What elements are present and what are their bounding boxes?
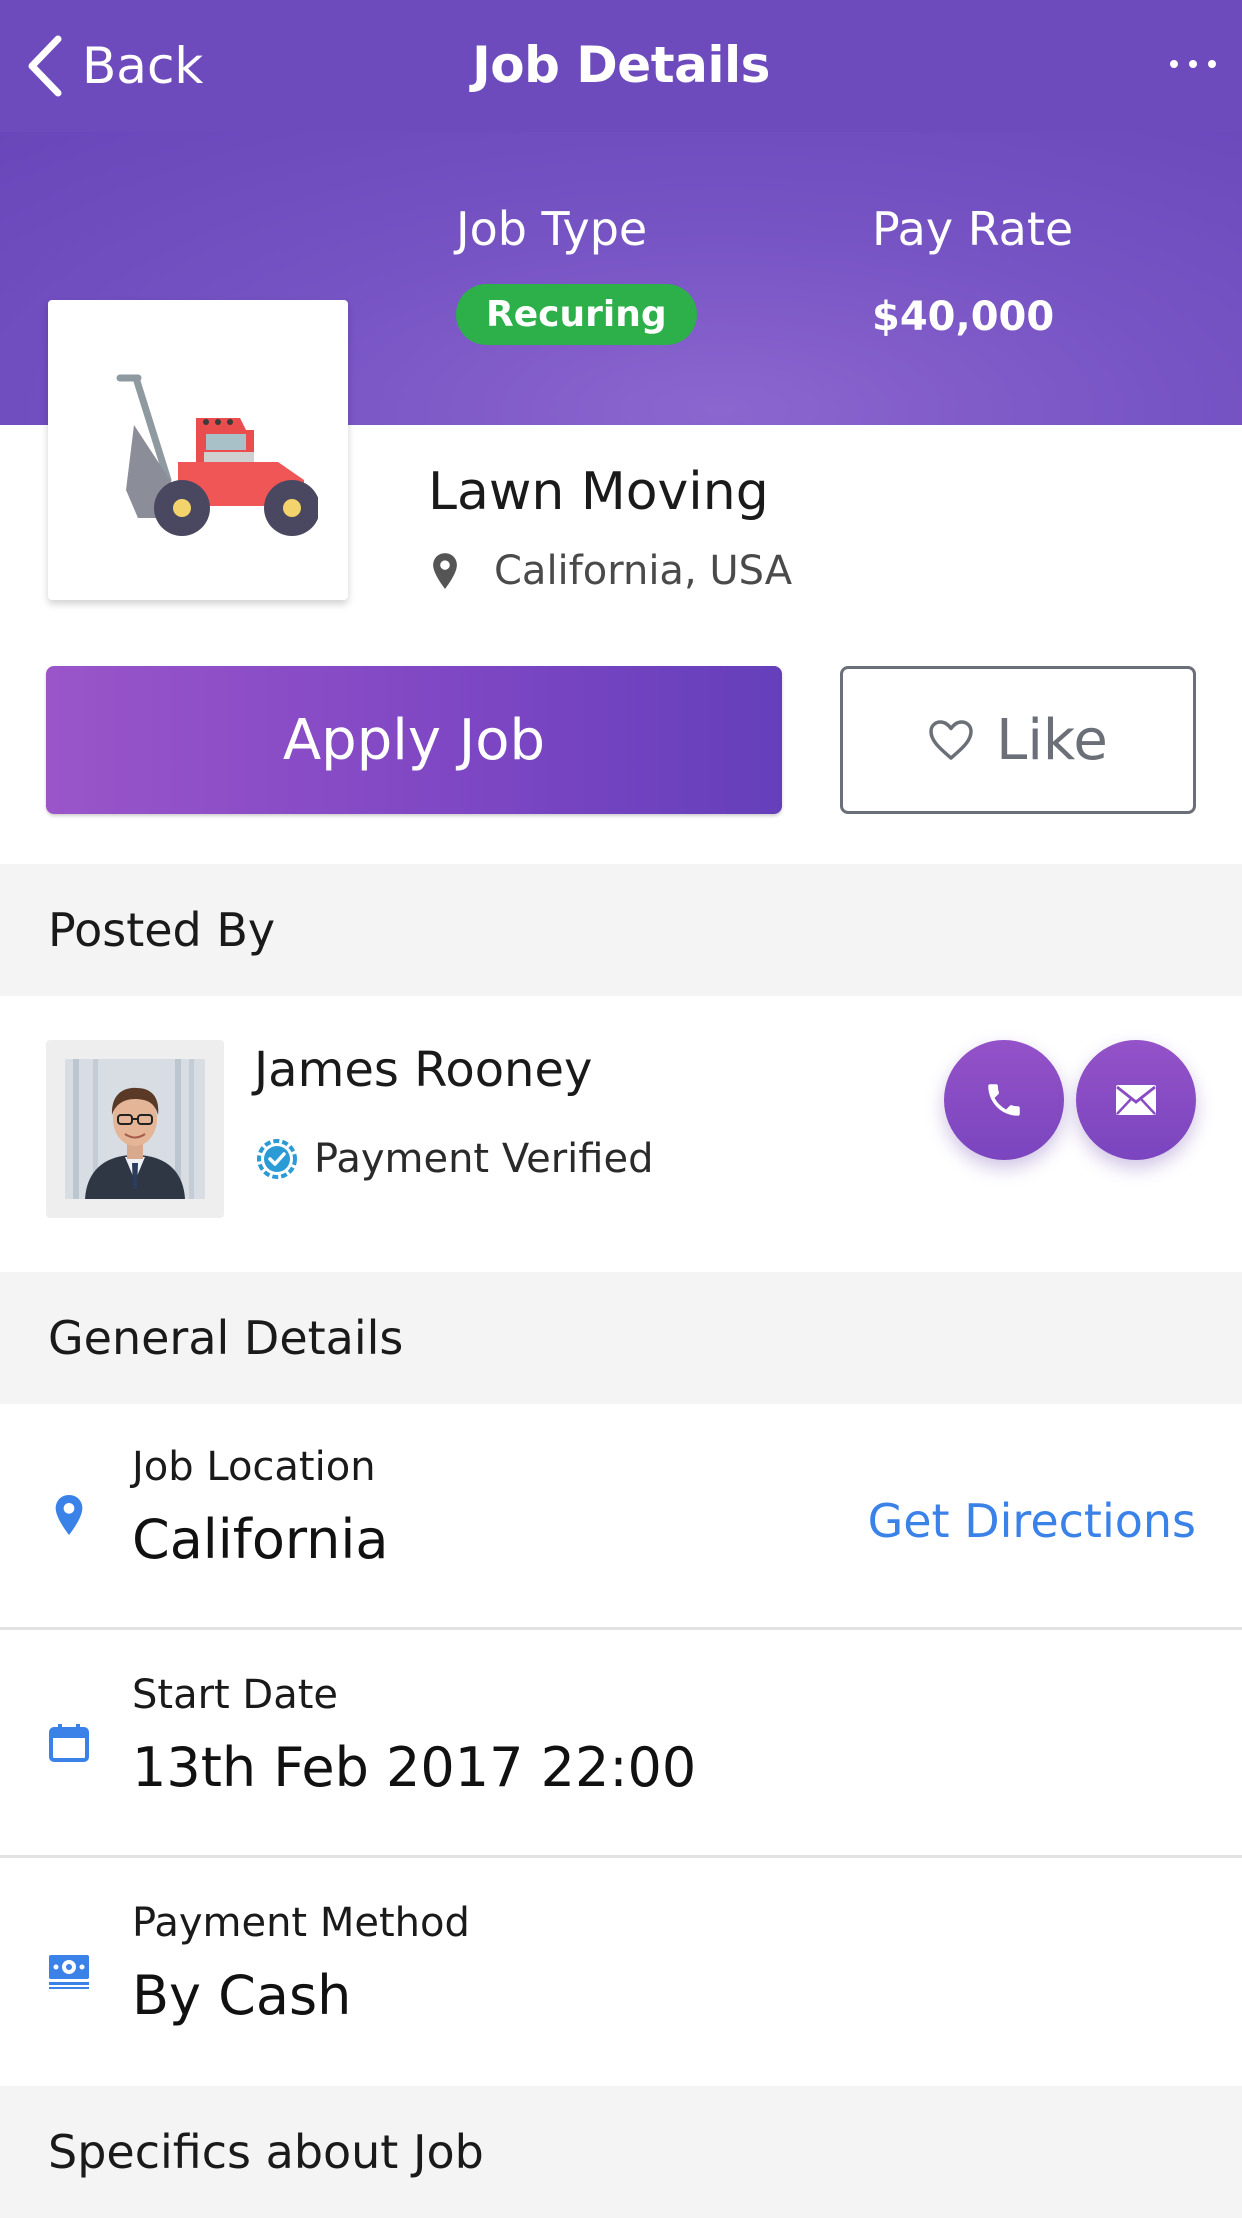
payment-method-value: By Cash: [132, 1964, 352, 2027]
specifics-header: Specifics about Job: [0, 2086, 1242, 2218]
pay-rate-block: Pay Rate $40,000: [872, 202, 1073, 340]
calendar-icon: [46, 1720, 92, 1766]
job-location-label: Job Location: [132, 1444, 376, 1490]
location-pin-icon: [46, 1492, 92, 1538]
payment-verified-text: Payment Verified: [314, 1136, 654, 1182]
payment-verified-status: Payment Verified: [254, 1136, 653, 1182]
apply-job-button[interactable]: Apply Job: [46, 666, 782, 814]
email-button[interactable]: [1076, 1040, 1196, 1160]
page-title: Job Details: [472, 36, 770, 94]
job-type-block: Job Type Recuring: [456, 202, 697, 345]
start-date-value: 13th Feb 2017 22:00: [132, 1736, 697, 1799]
pay-rate-label: Pay Rate: [872, 202, 1074, 256]
job-title: Lawn Moving: [428, 462, 769, 522]
payment-method-row: Payment Method By Cash: [0, 1860, 1242, 2086]
job-location-row: Job Location California Get Directions: [0, 1404, 1242, 1630]
job-type-badge: Recuring: [456, 284, 697, 345]
job-location-text: California, USA: [494, 548, 793, 594]
verified-icon: [257, 1139, 297, 1179]
posted-by-header: Posted By: [0, 864, 1242, 996]
heart-icon: [929, 720, 973, 760]
start-date-row: Start Date 13th Feb 2017 22:00: [0, 1632, 1242, 1858]
avatar: [46, 1040, 224, 1218]
poster-name: James Rooney: [254, 1042, 593, 1098]
more-dots-icon[interactable]: [1170, 44, 1216, 84]
lawn-mower-icon: [116, 374, 318, 536]
job-location-value: California: [132, 1508, 389, 1571]
person-photo-icon: [65, 1059, 205, 1199]
call-button[interactable]: [944, 1040, 1064, 1160]
phone-icon: [988, 1084, 1020, 1116]
like-button[interactable]: Like: [840, 666, 1196, 814]
nav-bar: Back Job Details: [0, 0, 1242, 132]
pin-icon: [433, 553, 457, 589]
like-label: Like: [996, 707, 1108, 773]
pay-rate-value: $40,000: [872, 294, 1055, 340]
cash-icon: [46, 1948, 92, 1994]
job-location: California, USA: [430, 548, 792, 594]
payment-method-label: Payment Method: [132, 1900, 470, 1946]
start-date-label: Start Date: [132, 1672, 339, 1718]
job-image: [48, 300, 348, 600]
mail-icon: [1116, 1085, 1156, 1115]
general-details-header: General Details: [0, 1272, 1242, 1404]
job-type-label: Job Type: [456, 202, 648, 256]
get-directions-link[interactable]: Get Directions: [868, 1494, 1196, 1548]
